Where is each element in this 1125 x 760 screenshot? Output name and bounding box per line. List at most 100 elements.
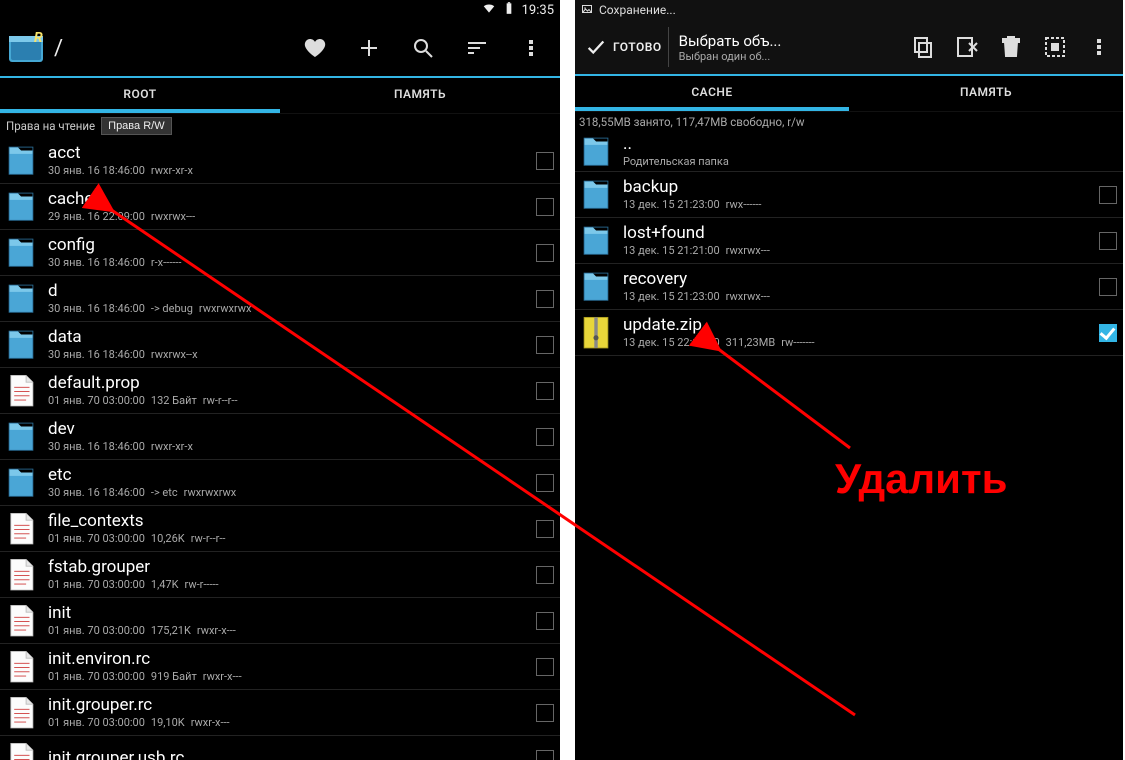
item-checkbox[interactable] [536,704,554,722]
list-item[interactable]: init 01 янв. 70 03:00:00175,21Krwxr-x--- [0,598,560,644]
item-name: lost+found [623,224,1089,243]
list-item[interactable]: acct 30 янв. 16 18:46:00rwxr-xr-x [0,138,560,184]
file-icon [4,511,38,547]
copy-icon[interactable] [903,24,943,70]
selection-subtitle: Выбран один об... [679,50,782,63]
list-item[interactable]: init.environ.rc 01 янв. 70 03:00:00919 Б… [0,644,560,690]
add-icon[interactable] [346,25,392,71]
item-meta: 13 дек. 15 21:21:00rwxrwx--- [623,244,1089,257]
list-item[interactable]: d 30 янв. 16 18:46:00-> debugrwxrwxrwx [0,276,560,322]
item-checkbox[interactable] [536,750,554,760]
item-checkbox[interactable] [536,382,554,400]
item-name: init.environ.rc [48,650,526,669]
search-icon[interactable] [400,25,446,71]
folder-icon [4,281,38,317]
list-item[interactable]: cache 29 янв. 16 22:09:00rwxrwx--- [0,184,560,230]
folder-icon [4,189,38,225]
list-item[interactable]: file_contexts 01 янв. 70 03:00:0010,26Kr… [0,506,560,552]
list-item[interactable]: init.grouper.rc 01 янв. 70 03:00:0019,10… [0,690,560,736]
permissions-toggle[interactable]: Права R/W [101,117,171,135]
parent-folder[interactable]: .. Родительская папка [575,132,1123,172]
item-name: init.grouper.usb.rc [48,749,526,760]
window-title: Сохранение... [575,0,1123,20]
folder-icon [4,327,38,363]
overflow-icon[interactable] [508,25,554,71]
item-checkbox[interactable] [536,566,554,584]
folder-icon [4,143,38,179]
path-text[interactable]: / [54,36,63,61]
cut-icon[interactable] [947,24,987,70]
list-item[interactable]: dev 30 янв. 16 18:46:00rwxr-xr-x [0,414,560,460]
item-name: update.zip [623,316,1089,335]
item-checkbox[interactable] [536,474,554,492]
file-icon [4,373,38,409]
folder-icon [579,223,613,259]
item-name: cache [48,190,526,209]
item-checkbox[interactable] [536,198,554,216]
item-name: d [48,282,526,301]
delete-icon[interactable] [991,24,1031,70]
file-icon [4,649,38,685]
permissions-label: Права на чтение [6,119,95,133]
favorite-icon[interactable] [292,25,338,71]
item-name: acct [48,144,526,163]
item-checkbox[interactable] [536,244,554,262]
list-item[interactable]: etc 30 янв. 16 18:46:00-> etcrwxrwxrwx [0,460,560,506]
file-icon [4,603,38,639]
item-meta: 01 янв. 70 03:00:0010,26Krw-r--r-- [48,532,526,545]
file-list[interactable]: .. Родительская папка backup 13 дек. 15 … [575,132,1123,760]
item-meta: 30 янв. 16 18:46:00-> etcrwxrwxrwx [48,486,526,499]
item-meta: 30 янв. 16 18:46:00rwxr-xr-x [48,164,526,177]
item-meta: Родительская папка [623,155,1117,168]
done-button[interactable]: ГОТОВО [579,27,669,67]
item-meta: 30 янв. 16 18:46:00-> debugrwxrwxrwx [48,302,526,315]
item-checkbox[interactable] [1099,278,1117,296]
file-list[interactable]: acct 30 янв. 16 18:46:00rwxr-xr-x cache … [0,138,560,760]
list-item[interactable]: fstab.grouper 01 янв. 70 03:00:001,47Krw… [0,552,560,598]
item-checkbox[interactable] [536,428,554,446]
select-all-icon[interactable] [1035,24,1075,70]
item-checkbox[interactable] [536,658,554,676]
tab-root[interactable]: ROOT [0,78,280,113]
item-name: init [48,604,526,623]
wifi-icon [482,1,496,19]
right-pane: Сохранение... ГОТОВО Выбрать объ... Выбр… [575,0,1123,760]
item-checkbox[interactable] [536,612,554,630]
list-item[interactable]: data 30 янв. 16 18:46:00rwxrwx--x [0,322,560,368]
item-checkbox[interactable] [536,290,554,308]
item-name: default.prop [48,374,526,393]
app-logo[interactable]: R [6,28,46,68]
list-item[interactable]: recovery 13 дек. 15 21:23:00rwxrwx--- [575,264,1123,310]
left-pane: 19:35 R / ROOT ПАМЯТЬ [0,0,560,760]
folder-icon [579,177,613,213]
item-checkbox[interactable] [1099,324,1117,342]
list-item[interactable]: lost+found 13 дек. 15 21:21:00rwxrwx--- [575,218,1123,264]
sort-icon[interactable] [454,25,500,71]
item-checkbox[interactable] [1099,232,1117,250]
tab-cache[interactable]: CACHE [575,76,849,111]
item-checkbox[interactable] [536,152,554,170]
list-item[interactable]: backup 13 дек. 15 21:23:00rwx------ [575,172,1123,218]
zip-icon [579,315,613,351]
tab-memory[interactable]: ПАМЯТЬ [280,78,560,113]
item-meta: 30 янв. 16 18:46:00rwxrwx--x [48,348,526,361]
list-item[interactable]: update.zip 13 дек. 15 22:18:00311,23MBrw… [575,310,1123,356]
item-name: recovery [623,270,1089,289]
folder-icon [4,419,38,455]
item-checkbox[interactable] [1099,186,1117,204]
item-meta: 29 янв. 16 22:09:00rwxrwx--- [48,210,526,223]
item-meta: 30 янв. 16 18:46:00rwxr-xr-x [48,440,526,453]
item-checkbox[interactable] [536,520,554,538]
folder-icon [4,465,38,501]
item-meta: 01 янв. 70 03:00:00175,21Krwxr-x--- [48,624,526,637]
item-name: .. [623,135,1117,154]
storage-info: 318,55MB занято, 117,47MB свободно, r/w [575,112,1123,132]
list-item[interactable]: config 30 янв. 16 18:46:00r-x------ [0,230,560,276]
selection-title: Выбрать объ... [679,32,782,50]
status-bar: 19:35 [0,0,560,20]
overflow-icon[interactable] [1079,24,1119,70]
tab-memory[interactable]: ПАМЯТЬ [849,76,1123,111]
item-checkbox[interactable] [536,336,554,354]
list-item[interactable]: init.grouper.usb.rc [0,736,560,760]
list-item[interactable]: default.prop 01 янв. 70 03:00:00132 Байт… [0,368,560,414]
